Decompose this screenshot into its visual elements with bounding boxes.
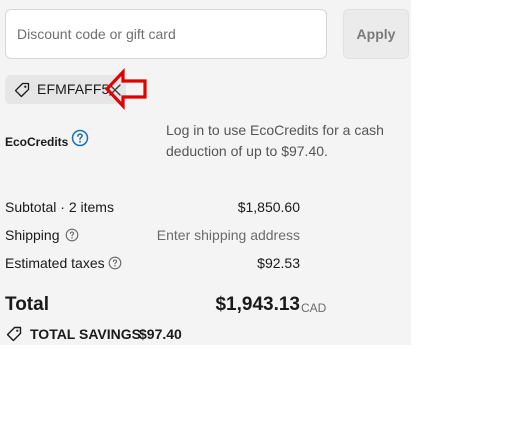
shipping-value: Enter shipping address <box>156 227 300 243</box>
ecocredits-description: Log in to use EcoCredits for a cash dedu… <box>166 122 384 159</box>
left-arrow-annotation <box>104 67 147 111</box>
tag-icon <box>14 82 30 98</box>
subtotal-label: Subtotal · 2 items <box>5 199 114 215</box>
total-savings-label: TOTAL SAVINGS <box>30 326 141 342</box>
subtotal-value: $1,850.60 <box>237 199 300 215</box>
ecocredits-label: EcoCredits <box>5 135 69 149</box>
checkout-summary-panel: Apply EFMFAFF5 EcoCredits Log in to use … <box>0 0 411 345</box>
question-circle-icon[interactable] <box>71 129 89 147</box>
question-circle-icon[interactable] <box>108 256 122 270</box>
apply-button[interactable]: Apply <box>343 9 409 59</box>
taxes-value: $92.53 <box>257 255 300 271</box>
taxes-label: Estimated taxes <box>5 255 105 271</box>
total-value: $1,943.13 <box>215 294 300 315</box>
total-label: Total <box>5 294 49 315</box>
total-savings-value: $97.40 <box>139 326 182 342</box>
question-circle-icon[interactable] <box>65 228 79 242</box>
tag-icon <box>6 326 22 342</box>
discount-code-input[interactable] <box>5 9 327 59</box>
currency-code: CAD <box>301 301 327 315</box>
discount-code-text: EFMFAFF5 <box>37 81 110 97</box>
shipping-label: Shipping <box>5 227 60 243</box>
